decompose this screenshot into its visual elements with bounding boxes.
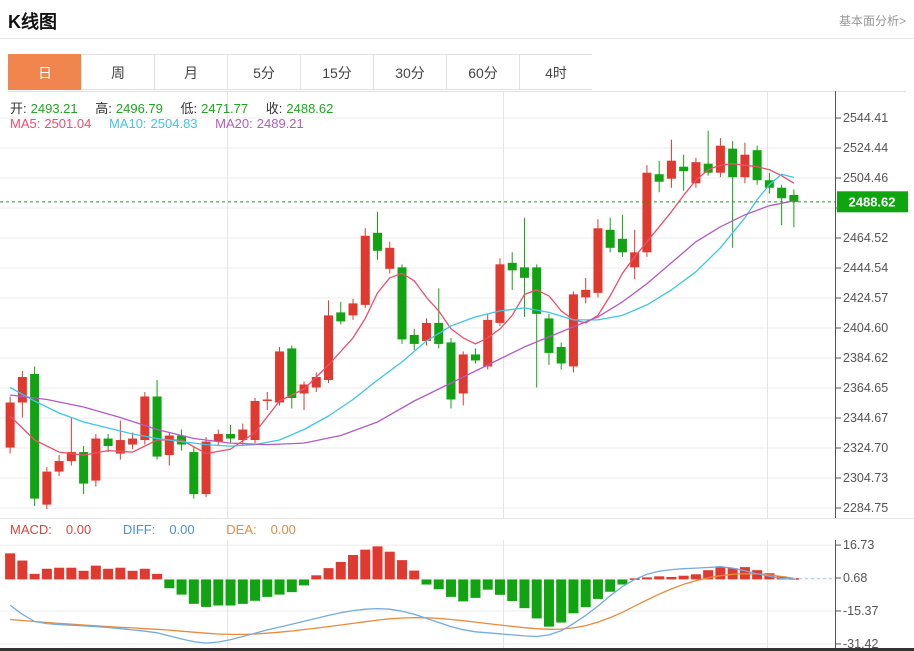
y-tick-label: 2424.57 [843,291,888,305]
y-axis: 16.73 0.68 -15.37 -31.42 [835,540,878,648]
ma10-value: 2504.83 [150,116,198,131]
tab-15分[interactable]: 15分 [300,54,373,90]
y-tick-label: 2544.41 [843,111,888,125]
candlestick-chart[interactable]: 2544.412524.442504.462484.492464.522444.… [0,91,914,518]
low-label: 低: [180,101,198,116]
low-value: 2471.77 [201,101,249,116]
y-tick-label: 2364.65 [843,381,888,395]
macd-value: MACD: 0.00 [10,522,92,537]
tab-60分[interactable]: 60分 [446,54,519,90]
y-tick-label: 2504.46 [843,171,888,185]
ma20-label: MA20: [215,116,253,131]
y-tick-label: -31.42 [843,637,878,648]
macd-histogram [5,546,799,627]
high-value: 2496.79 [115,101,163,116]
current-price-line: 2488.62 [0,191,908,213]
tab-月[interactable]: 月 [154,54,227,90]
candles [5,130,799,510]
diff-value: DIFF: 0.00 [122,522,195,537]
macd-legend: MACD: 0.00 DIFF: 0.00 DEA: 0.00 [0,518,914,540]
y-tick-label: 16.73 [843,540,874,552]
tab-5分[interactable]: 5分 [227,54,300,90]
y-tick-label: 2344.67 [843,411,888,425]
tab-filler [592,54,906,91]
y-tick-label: 0.68 [843,571,867,585]
ma-legend: MA5: 2501.04 MA10: 2504.83 MA20: 2489.21 [10,116,308,131]
chart-area: 2544.412524.442504.462484.492464.522444.… [0,91,914,651]
tab-周[interactable]: 周 [81,54,154,90]
ma5-value: 2501.04 [44,116,92,131]
tab-30分[interactable]: 30分 [373,54,446,90]
open-value: 2493.21 [30,101,78,116]
macd-chart[interactable]: 16.73 0.68 -15.37 -31.42 [0,540,914,648]
tab-4时[interactable]: 4时 [519,54,592,90]
y-tick-label: 2404.60 [843,321,888,335]
price-badge: 2488.62 [849,194,896,209]
y-axis: 2544.412524.442504.462484.492464.522444.… [835,91,888,518]
ma5-label: MA5: [10,116,41,131]
y-tick-label: -15.37 [843,604,878,618]
y-tick-label: 2384.62 [843,351,888,365]
ma20-value: 2489.21 [256,116,304,131]
ohlc-legend: 开: 2493.21 高: 2496.79 低: 2471.77 收: 2488.62 [10,98,337,117]
tab-日[interactable]: 日 [8,54,81,90]
high-label: 高: [95,101,112,116]
y-tick-label: 2444.54 [843,261,888,275]
gridlines [0,91,835,518]
open-label: 开: [10,101,27,116]
header-divider [0,38,914,39]
page-title: K线图 [8,12,57,32]
gridlines [0,540,835,648]
y-tick-label: 2304.73 [843,471,888,485]
fundamental-analysis-link[interactable]: 基本面分析> [839,12,906,29]
period-tabs: 日周月 5分 15分 30分 60分 4时 [8,54,906,92]
y-tick-label: 2524.44 [843,141,888,155]
y-tick-label: 2324.70 [843,441,888,455]
y-tick-label: 2284.75 [843,501,888,515]
y-tick-label: 2464.52 [843,231,888,245]
close-label: 收: [265,101,283,116]
close-value: 2488.62 [286,101,334,116]
dea-value: DEA: 0.00 [226,522,296,537]
ma10-label: MA10: [108,116,147,131]
kline-widget: K线图 基本面分析> 日周月 5分 15分 30分 60分 4时 2544.41 2524.… [0,0,914,651]
